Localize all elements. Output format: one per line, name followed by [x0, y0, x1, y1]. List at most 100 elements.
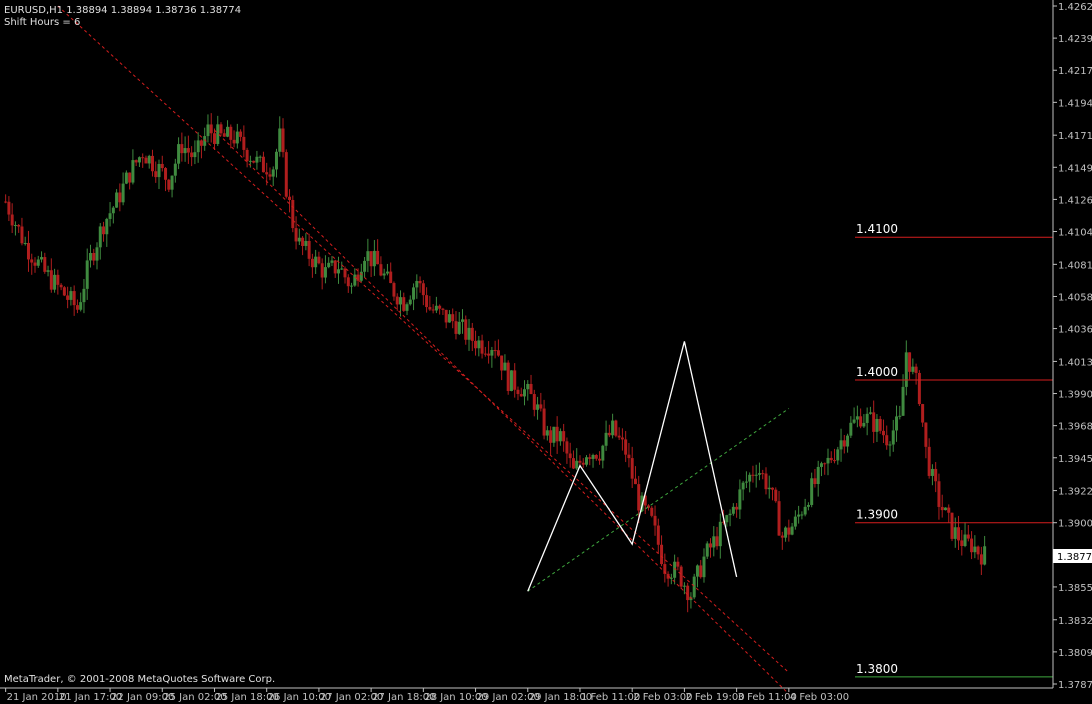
candle-body	[13, 224, 17, 226]
candle-body	[49, 270, 53, 290]
candle-body	[562, 431, 566, 442]
candle-body	[82, 288, 86, 303]
y-tick-label: 1.39680	[1058, 422, 1092, 433]
candle-body	[167, 179, 171, 190]
candle-body	[914, 366, 918, 373]
candle-body	[930, 468, 934, 476]
candle-body	[85, 260, 89, 289]
x-tick-label: 2 Feb 03:00	[633, 692, 692, 703]
candle-body	[121, 183, 125, 203]
y-tick-label: 1.38550	[1058, 583, 1092, 594]
candle-body	[268, 174, 272, 177]
copyright-text: MetaTrader, © 2001-2008 MetaQuotes Softw…	[4, 674, 275, 685]
y-tick-label: 1.39455	[1058, 454, 1092, 465]
candle-body	[549, 430, 553, 443]
candle-body	[36, 259, 40, 266]
candle-body	[924, 422, 928, 447]
candle-body	[7, 201, 11, 215]
candle-body	[767, 487, 771, 490]
candle-body	[591, 454, 595, 459]
candle-body	[271, 169, 275, 177]
y-tick-label: 1.41490	[1058, 163, 1092, 174]
candle-body	[428, 307, 432, 310]
candle-body	[898, 415, 902, 417]
candle-body	[637, 484, 641, 511]
y-tick-label: 1.42395	[1058, 34, 1092, 45]
candle-body	[895, 416, 899, 431]
candle-body	[53, 274, 57, 290]
candle-body	[620, 437, 624, 440]
candle-body	[839, 440, 843, 450]
candle-body	[62, 287, 66, 296]
candle-body	[157, 163, 161, 178]
candle-body	[147, 155, 151, 164]
candle-body	[327, 262, 331, 268]
candle-body	[865, 413, 869, 423]
candle-body	[571, 458, 575, 469]
candle-body	[695, 565, 699, 577]
candle-body	[764, 473, 768, 490]
candle-body	[408, 299, 412, 305]
candle-body	[891, 430, 895, 445]
candle-body	[314, 256, 318, 268]
candle-body	[310, 258, 314, 268]
candle-body	[594, 454, 598, 459]
candle-body	[474, 340, 478, 349]
x-tick-label: 3 Feb 11:00	[738, 692, 797, 703]
candle-body	[836, 449, 840, 461]
candle-body	[500, 355, 504, 371]
candle-body	[79, 302, 83, 310]
candle-body	[154, 171, 158, 178]
candle-body	[144, 157, 148, 164]
candle-body	[186, 148, 190, 153]
price-chart[interactable]: 1.4100 1.4000 1.3900 1.3800 1.42620 1.42395 1…	[0, 0, 1092, 704]
candle-body	[523, 389, 527, 397]
candle-body	[134, 160, 138, 163]
candle-body	[963, 534, 967, 547]
candle-body	[692, 576, 696, 598]
candle-body	[425, 295, 429, 308]
candle-body	[578, 460, 582, 463]
candle-body	[575, 460, 579, 469]
candle-body	[115, 192, 119, 208]
candle-body	[568, 453, 572, 459]
x-tick-label: 1 Feb 11:00	[581, 692, 640, 703]
candle-body	[265, 172, 269, 175]
level-label: 1.3900	[856, 508, 898, 522]
candle-body	[66, 295, 70, 300]
y-tick-label: 1.39905	[1058, 390, 1092, 401]
candle-body	[206, 124, 210, 137]
candle-body	[826, 457, 830, 464]
candle-body	[451, 314, 455, 322]
candle-body	[797, 514, 801, 517]
candle-body	[98, 226, 102, 248]
candle-body	[235, 131, 239, 144]
y-tick-label: 1.40585	[1058, 292, 1092, 303]
candle-body	[301, 237, 305, 246]
y-tick-label: 1.40360	[1058, 325, 1092, 336]
candle-body	[382, 273, 386, 276]
candle-body	[431, 309, 435, 311]
candle-body	[611, 420, 615, 436]
x-tick-label: 21 Jan 2010	[7, 692, 67, 703]
candle-body	[43, 257, 47, 272]
candle-body	[402, 297, 406, 311]
chart-background	[0, 0, 1092, 704]
candle-body	[255, 156, 259, 163]
candle-body	[369, 251, 373, 267]
candle-body	[350, 285, 354, 287]
candle-body	[526, 383, 530, 390]
candle-body	[216, 124, 220, 144]
level-label: 1.3800	[856, 662, 898, 676]
candle-body	[957, 527, 961, 541]
candle-body	[888, 444, 892, 446]
candle-body	[846, 435, 850, 447]
current-price-label: 1.38774	[1057, 552, 1092, 563]
candle-body	[774, 489, 778, 502]
y-tick-label: 1.41945	[1058, 98, 1092, 109]
candle-body	[10, 214, 14, 226]
candle-body	[819, 463, 823, 467]
candle-body	[248, 160, 252, 162]
y-tick-label: 1.37870	[1058, 680, 1092, 691]
candle-body	[908, 352, 912, 372]
